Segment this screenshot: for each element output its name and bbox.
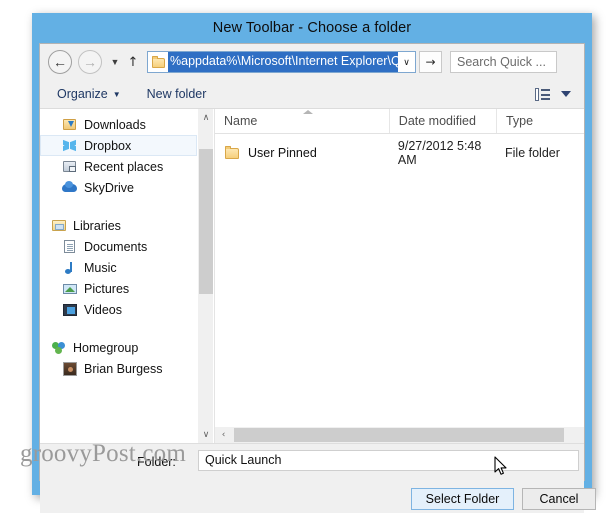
folder-icon (151, 56, 165, 68)
folder-icon (224, 146, 240, 160)
navigation-pane: Downloads Dropbox Recent places SkyDrive (40, 109, 197, 443)
scroll-down-icon[interactable]: ∨ (198, 426, 214, 443)
new-folder-button[interactable]: New folder (147, 87, 207, 101)
sidebar-item-pictures[interactable]: Pictures (40, 278, 197, 299)
screenshot-root: New Toolbar - Choose a folder ← → ▼ ↑ %a… (0, 0, 616, 513)
sort-ascending-icon (303, 110, 313, 114)
documents-icon (62, 239, 78, 255)
back-arrow-icon: ← (53, 54, 67, 70)
sidebar-item-brian-burgess[interactable]: Brian Burgess (40, 358, 197, 379)
title-bar: New Toolbar - Choose a folder (32, 13, 592, 43)
dialog-title: New Toolbar - Choose a folder (212, 20, 412, 36)
pictures-icon (62, 281, 78, 297)
back-button[interactable]: ← (48, 50, 72, 74)
sidebar-item-label: Documents (84, 239, 148, 254)
organize-button[interactable]: Organize ▼ (57, 87, 121, 101)
downloads-folder-icon (62, 117, 78, 133)
dropbox-icon (62, 138, 78, 154)
file-list-pane: Name Date modified Type User Pinned 9/27… (215, 109, 584, 443)
videos-icon (62, 302, 78, 318)
chevron-down-icon[interactable] (561, 91, 571, 97)
search-input[interactable]: Search Quick ... (450, 51, 557, 73)
sidebar-item-skydrive[interactable]: SkyDrive (40, 177, 197, 198)
forward-arrow-icon: → (83, 54, 97, 70)
mouse-cursor (494, 456, 508, 476)
sidebar-item-label: Brian Burgess (84, 361, 163, 376)
sidebar-item-music[interactable]: Music (40, 257, 197, 278)
go-arrow-icon: → (425, 55, 436, 69)
libraries-icon (51, 218, 67, 234)
cancel-button[interactable]: Cancel (522, 488, 596, 510)
address-bar[interactable]: %appdata%\Microsoft\Internet Explorer\Qu… (147, 51, 416, 73)
file-date-cell: 9/27/2012 5:48 AM (397, 139, 482, 167)
content-panes: Downloads Dropbox Recent places SkyDrive (40, 109, 584, 443)
music-icon (62, 260, 78, 276)
address-input[interactable]: %appdata%\Microsoft\Internet Explorer\Qu… (168, 52, 398, 72)
sidebar-item-videos[interactable]: Videos (40, 299, 197, 320)
file-list-horizontal-scrollbar[interactable]: ‹ (215, 426, 584, 443)
sidebar-scrollbar[interactable]: ∧ ∨ (197, 109, 213, 443)
dialog-body: ← → ▼ ↑ %appdata%\Microsoft\Internet Exp… (39, 43, 596, 513)
select-folder-button[interactable]: Select Folder (411, 488, 514, 510)
sidebar-item-label: Music (84, 260, 117, 275)
recent-places-icon (62, 159, 78, 175)
column-headers: Name Date modified Type (215, 109, 584, 134)
sidebar-item-label: Recent places (84, 159, 164, 174)
column-header-date-modified[interactable]: Date modified (388, 109, 496, 133)
file-name-label: User Pinned (248, 146, 317, 160)
file-name-cell: User Pinned (215, 146, 389, 160)
command-bar-right (535, 87, 571, 101)
dialog-button-bar: Select Folder Cancel (40, 480, 596, 513)
chevron-down-icon: ▼ (112, 89, 121, 99)
sidebar-item-label: Libraries (73, 218, 121, 233)
watermark: groovyPost.com (20, 440, 186, 467)
sidebar-item-label: SkyDrive (84, 180, 135, 195)
homegroup-icon (51, 340, 67, 356)
sidebar-item-dropbox[interactable]: Dropbox (40, 135, 197, 156)
sidebar-item-label: Homegroup (73, 340, 139, 355)
chevron-down-icon[interactable]: ∨ (398, 52, 415, 72)
column-header-type[interactable]: Type (495, 109, 584, 133)
forward-button[interactable]: → (78, 50, 102, 74)
organize-label: Organize (57, 87, 108, 101)
scroll-up-icon[interactable]: ∧ (198, 109, 214, 126)
view-layout-icon[interactable] (535, 87, 550, 101)
column-header-label: Name (224, 114, 258, 128)
scroll-left-icon[interactable]: ‹ (215, 427, 232, 443)
navigation-bar: ← → ▼ ↑ %appdata%\Microsoft\Internet Exp… (40, 44, 584, 80)
user-avatar-icon (62, 361, 78, 377)
scrollbar-thumb[interactable] (199, 149, 213, 294)
column-header-name[interactable]: Name (215, 109, 389, 133)
sidebar-item-homegroup[interactable]: Homegroup (40, 337, 197, 358)
folder-picker-dialog: New Toolbar - Choose a folder ← → ▼ ↑ %a… (32, 13, 596, 513)
table-row[interactable]: User Pinned 9/27/2012 5:48 AM File folde… (215, 139, 584, 167)
new-folder-label: New folder (146, 87, 207, 101)
skydrive-icon (62, 180, 78, 196)
recent-locations-button[interactable]: ▼ (109, 57, 121, 67)
go-button[interactable]: → (419, 51, 442, 73)
command-bar: Organize ▼ New folder (40, 80, 584, 109)
sidebar-item-downloads[interactable]: Downloads (40, 114, 197, 135)
file-type-cell: File folder (505, 146, 560, 160)
scrollbar-thumb[interactable] (234, 428, 564, 442)
sidebar-item-label: Downloads (84, 117, 146, 132)
column-header-label: Type (505, 114, 534, 128)
sidebar-item-recent-places[interactable]: Recent places (40, 156, 197, 177)
column-header-label: Date modified (398, 114, 476, 128)
sidebar-item-documents[interactable]: Documents (40, 236, 197, 257)
sidebar-item-libraries[interactable]: Libraries (40, 215, 197, 236)
sidebar-item-label: Videos (84, 302, 122, 317)
up-one-level-button[interactable]: ↑ (126, 55, 140, 70)
folder-name-input[interactable]: Quick Launch (198, 450, 579, 471)
sidebar-item-label: Pictures (84, 281, 130, 296)
sidebar-item-label: Dropbox (84, 138, 132, 153)
